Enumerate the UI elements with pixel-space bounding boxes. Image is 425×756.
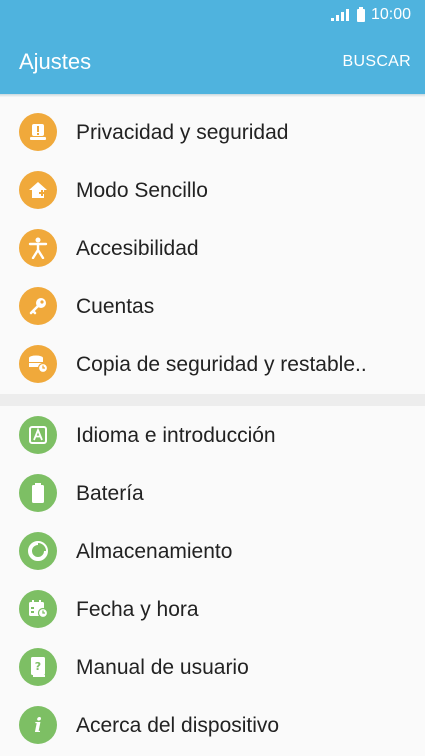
alert-icon [19, 113, 57, 151]
signal-icon [330, 9, 349, 21]
accessibility-icon [19, 229, 57, 267]
backup-icon [19, 345, 57, 383]
setting-date-time[interactable]: Fecha y hora [0, 581, 425, 639]
setting-accounts[interactable]: Cuentas [0, 278, 425, 336]
language-icon [19, 416, 57, 454]
setting-accessibility[interactable]: Accesibilidad [0, 220, 425, 278]
settings-group-2: Idioma e introducción Batería Almacenami… [0, 406, 425, 756]
status-bar: 10:00 [0, 0, 425, 30]
svg-text:?: ? [35, 660, 41, 673]
setting-user-manual[interactable]: ? Manual de usuario [0, 639, 425, 697]
settings-group-1: Privacidad y seguridad Modo Sencillo Acc… [0, 97, 425, 394]
page-title: Ajustes [19, 49, 92, 74]
setting-label: Batería [76, 482, 144, 505]
setting-easy-mode[interactable]: Modo Sencillo [0, 162, 425, 220]
info-icon: i [19, 706, 57, 744]
setting-label: Fecha y hora [76, 598, 199, 621]
search-button[interactable]: BUSCAR [343, 53, 411, 71]
setting-label: Privacidad y seguridad [76, 121, 289, 144]
setting-language[interactable]: Idioma e introducción [0, 407, 425, 465]
setting-label: Acerca del dispositivo [76, 714, 280, 737]
home-icon [19, 171, 57, 209]
setting-backup[interactable]: Copia de seguridad y restable.. [0, 336, 425, 394]
setting-battery[interactable]: Batería [0, 465, 425, 523]
svg-text:i: i [34, 714, 42, 736]
setting-storage[interactable]: Almacenamiento [0, 523, 425, 581]
setting-label: Idioma e introducción [76, 424, 276, 447]
battery-icon [19, 474, 57, 512]
setting-label: Manual de usuario [76, 656, 249, 679]
calendar-icon [19, 590, 57, 628]
group-divider [0, 394, 425, 406]
battery-status-icon [356, 6, 365, 22]
setting-label: Cuentas [76, 295, 155, 318]
setting-label: Copia de seguridad y restable.. [76, 353, 367, 376]
setting-label: Accesibilidad [76, 237, 199, 260]
status-time: 10:00 [370, 6, 411, 23]
setting-about-device[interactable]: i Acerca del dispositivo [0, 697, 425, 755]
app-bar: Ajustes BUSCAR [0, 30, 425, 94]
setting-privacy[interactable]: Privacidad y seguridad [0, 104, 425, 162]
storage-icon [19, 532, 57, 570]
setting-label: Modo Sencillo [76, 179, 208, 202]
key-icon [19, 287, 57, 325]
setting-label: Almacenamiento [76, 540, 233, 563]
manual-icon: ? [19, 648, 57, 686]
